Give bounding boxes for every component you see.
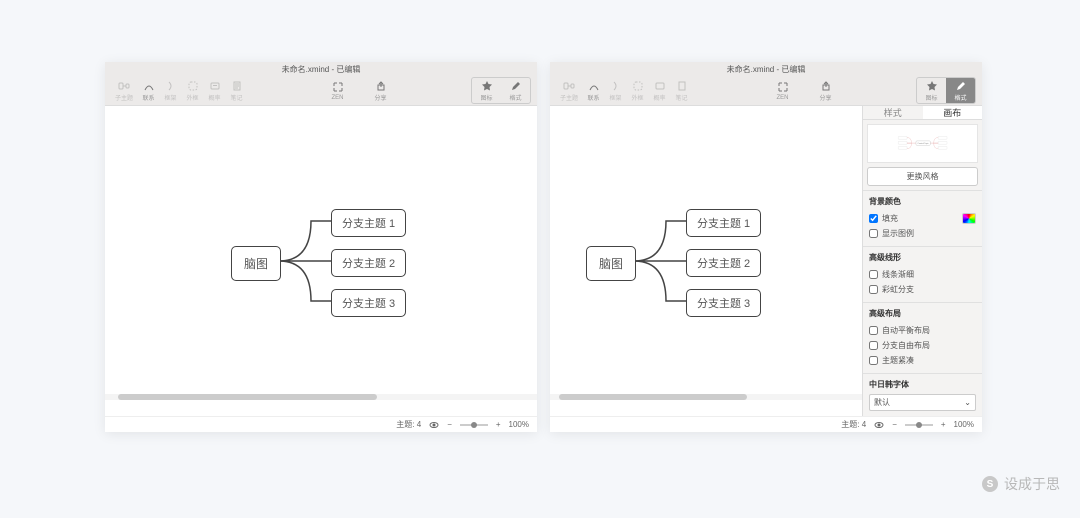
tb-subtopic[interactable]: 子主题 <box>111 79 137 102</box>
tb-boundary[interactable]: 框架 <box>160 79 181 102</box>
change-style-button[interactable]: 更换风格 <box>867 167 978 186</box>
tb-right-group: 图标 格式 <box>916 77 976 104</box>
svg-text:Central Topic: Central Topic <box>917 142 928 145</box>
title-bar: 未命名.xmind - 已编辑 <box>105 62 537 76</box>
zoom-slider[interactable] <box>905 424 933 426</box>
topic-count: 主题: 4 <box>841 419 866 430</box>
tb-outline[interactable]: 外框 <box>627 79 648 102</box>
tb-summary[interactable]: 概率 <box>649 79 670 102</box>
section-title-bg: 背景颜色 <box>869 196 976 207</box>
canvas[interactable]: 脑图 分支主题 1 分支主题 2 分支主题 3 <box>550 106 862 416</box>
toolbar: 子主题 联系 框架 外框 概率 笔记 ZEN 分享 图标 格式 <box>550 76 982 106</box>
style-preview: Central Topic <box>867 124 978 163</box>
tb-subtopic[interactable]: 子主题 <box>556 79 582 102</box>
tb-relation[interactable]: 联系 <box>583 79 604 102</box>
eye-icon[interactable] <box>429 420 439 430</box>
zoom-slider[interactable] <box>460 424 488 426</box>
section-layout: 高级布局 自动平衡布局 分支自由布局 主题紧凑 <box>863 302 982 373</box>
branch-node-2[interactable]: 分支主题 2 <box>686 249 761 277</box>
tb-summary[interactable]: 概率 <box>204 79 225 102</box>
section-title-cjk: 中日韩字体 <box>869 379 976 390</box>
toolbar: 子主题 联系 框架 外框 概率 笔记 ZEN 分享 图标 格式 <box>105 76 537 106</box>
tab-style[interactable]: 样式 <box>863 106 923 119</box>
tb-zen[interactable]: ZEN <box>327 81 348 101</box>
zoom-value: 100% <box>509 420 529 429</box>
zoom-value: 100% <box>954 420 974 429</box>
chevron-down-icon: ⌄ <box>964 398 971 407</box>
tab-canvas[interactable]: 画布 <box>923 106 983 119</box>
check-auto-balance[interactable] <box>869 326 878 335</box>
branch-node-1[interactable]: 分支主题 1 <box>686 209 761 237</box>
tb-note[interactable]: 笔记 <box>226 79 247 102</box>
tb-boundary[interactable]: 框架 <box>605 79 626 102</box>
scrollbar-h[interactable] <box>105 394 537 400</box>
tb-format-active[interactable]: 格式 <box>946 78 975 103</box>
format-panel: 样式 画布 Central Topic 更换风格 背景颜色 填充 显示图例 高级… <box>862 106 982 416</box>
check-fill[interactable] <box>869 214 878 223</box>
tb-note[interactable]: 笔记 <box>671 79 692 102</box>
zoom-in-icon[interactable]: + <box>941 420 946 429</box>
watermark: S 设成于思 <box>982 474 1060 494</box>
scrollbar-h[interactable] <box>550 394 862 400</box>
section-lines: 高级线形 线条渐细 彩虹分支 <box>863 246 982 302</box>
topic-count: 主题: 4 <box>396 419 421 430</box>
tb-iconset[interactable]: 图标 <box>917 78 946 103</box>
section-bg: 背景颜色 填充 显示图例 <box>863 190 982 246</box>
tb-outline[interactable]: 外框 <box>182 79 203 102</box>
zoom-out-icon[interactable]: − <box>892 420 897 429</box>
root-node[interactable]: 脑图 <box>586 246 636 281</box>
eye-icon[interactable] <box>874 420 884 430</box>
check-rainbow[interactable] <box>869 285 878 294</box>
tb-relation[interactable]: 联系 <box>138 79 159 102</box>
branch-node-3[interactable]: 分支主题 3 <box>686 289 761 317</box>
section-cjk: 中日韩字体 默认⌄ <box>863 373 982 416</box>
color-swatch[interactable] <box>962 213 976 224</box>
font-dropdown[interactable]: 默认⌄ <box>869 394 976 411</box>
section-title-lines: 高级线形 <box>869 252 976 263</box>
tb-share[interactable]: 分享 <box>370 79 391 102</box>
check-free-branch[interactable] <box>869 341 878 350</box>
statusbar: 主题: 4 − + 100% <box>550 416 982 432</box>
app-window-left: 未命名.xmind - 已编辑 子主题 联系 框架 外框 概率 笔记 ZEN 分… <box>105 62 537 432</box>
tb-format[interactable]: 格式 <box>501 78 530 103</box>
root-node[interactable]: 脑图 <box>231 246 281 281</box>
app-window-right: 未命名.xmind - 已编辑 子主题 联系 框架 外框 概率 笔记 ZEN 分… <box>550 62 982 432</box>
check-legend[interactable] <box>869 229 878 238</box>
check-line-thin[interactable] <box>869 270 878 279</box>
zoom-out-icon[interactable]: − <box>447 420 452 429</box>
panel-tabs: 样式 画布 <box>863 106 982 120</box>
branch-node-3[interactable]: 分支主题 3 <box>331 289 406 317</box>
tb-share[interactable]: 分享 <box>815 79 836 102</box>
statusbar: 主题: 4 − + 100% <box>105 416 537 432</box>
tb-right-group: 图标 格式 <box>471 77 531 104</box>
title-bar: 未命名.xmind - 已编辑 <box>550 62 982 76</box>
branch-node-1[interactable]: 分支主题 1 <box>331 209 406 237</box>
zoom-in-icon[interactable]: + <box>496 420 501 429</box>
brand-logo-icon: S <box>982 476 998 492</box>
branch-node-2[interactable]: 分支主题 2 <box>331 249 406 277</box>
section-title-layout: 高级布局 <box>869 308 976 319</box>
canvas[interactable]: 脑图 分支主题 1 分支主题 2 分支主题 3 <box>105 106 537 416</box>
tb-zen[interactable]: ZEN <box>772 81 793 101</box>
tb-iconset[interactable]: 图标 <box>472 78 501 103</box>
check-topic-fold[interactable] <box>869 356 878 365</box>
